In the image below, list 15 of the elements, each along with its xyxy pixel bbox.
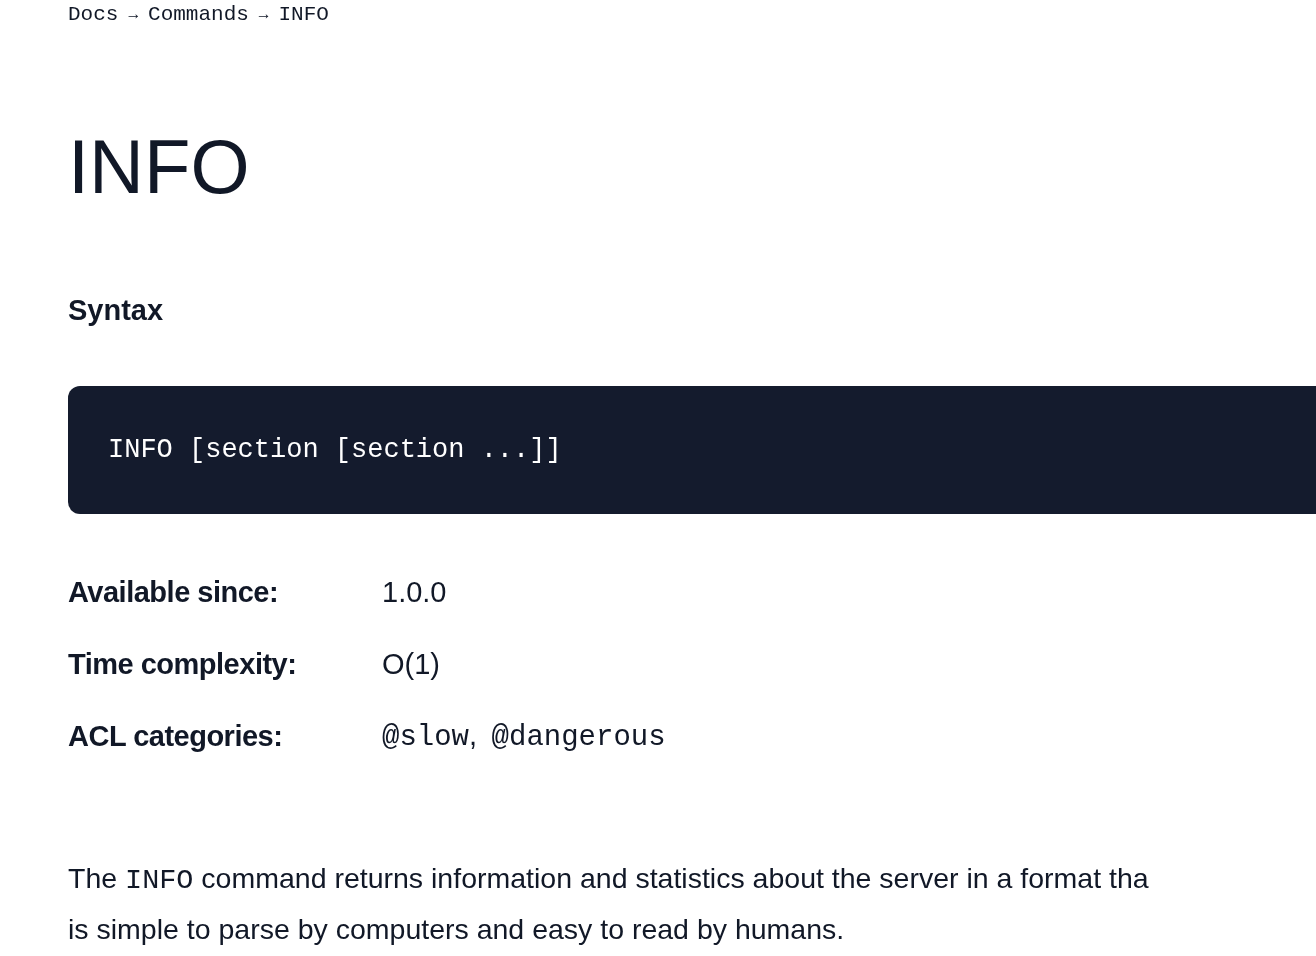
breadcrumb-link[interactable]: Docs: [68, 0, 119, 30]
page-title: INFO: [68, 123, 251, 211]
breadcrumb-link[interactable]: Commands: [148, 0, 249, 30]
description-paragraph: The INFO command returns information and statistics about the server in a format tha is simple to parse by computers and easy to read by humans.: [68, 861, 1150, 947]
breadcrumb-current-page: INFO: [278, 2, 329, 28]
breadcrumb-separator: →: [128, 5, 139, 26]
breadcrumb-separator: →: [258, 5, 269, 26]
metadata-label: Available since:: [68, 575, 280, 609]
metadata-value: O(1): [382, 647, 440, 681]
metadata-label: ACL categories:: [68, 719, 284, 753]
metadata-label: Time complexity:: [68, 647, 298, 681]
section-heading: Syntax: [68, 293, 165, 328]
code-block: INFO [section [section ...]]: [68, 386, 1316, 514]
metadata-value: 1.0.0: [382, 575, 447, 609]
metadata-value: @slow, @dangerous: [382, 718, 666, 754]
